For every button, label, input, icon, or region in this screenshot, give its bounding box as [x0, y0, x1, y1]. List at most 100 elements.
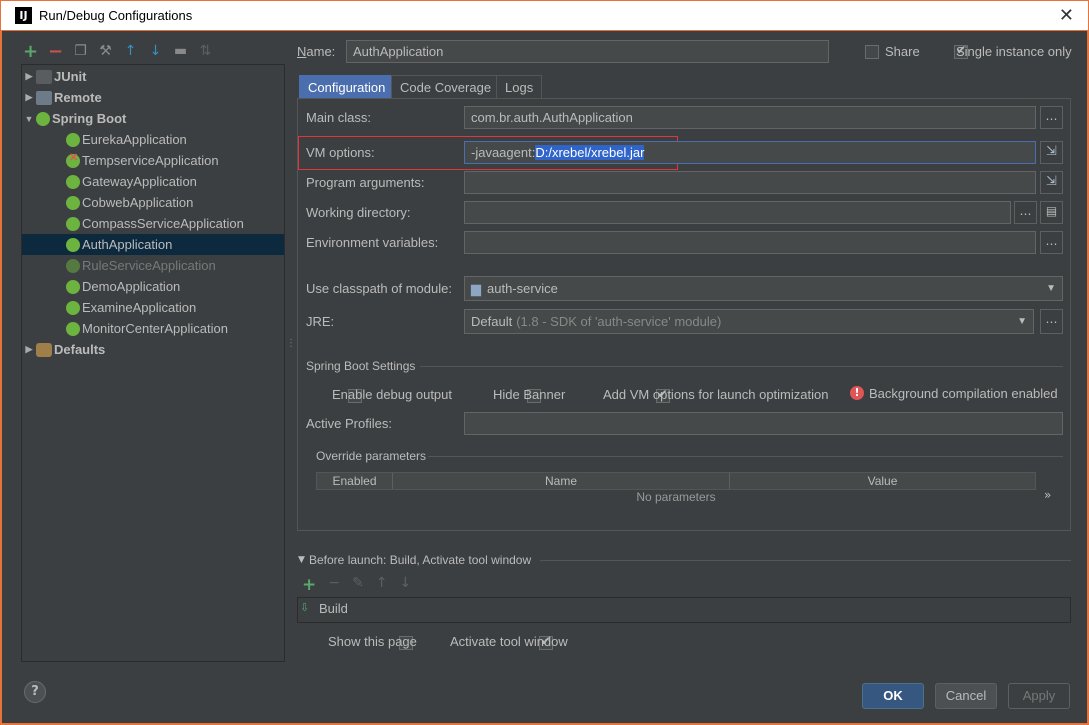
tree-item-tempservice[interactable]: ✕ TempserviceApplication — [22, 150, 284, 171]
main-class-label: Main class: — [306, 110, 372, 125]
tree-node-junit[interactable]: ▶ JUnit — [22, 66, 284, 87]
name-field[interactable]: AuthApplication — [346, 40, 829, 63]
spring-boot-icon — [36, 111, 50, 126]
spring-boot-icon — [66, 258, 80, 273]
minus-icon[interactable]: − — [47, 42, 64, 60]
tree-item-demo[interactable]: DemoApplication — [22, 276, 284, 297]
main-class-field[interactable]: com.br.auth.AuthApplication — [464, 106, 1036, 129]
minus-icon[interactable]: − — [328, 575, 340, 595]
show-page-label: Show this page — [328, 634, 417, 649]
expand-arrow-icon[interactable]: ▶ — [22, 344, 36, 355]
section-divider — [428, 456, 1063, 457]
tree-node-remote[interactable]: ▶ Remote — [22, 87, 284, 108]
window-title: Run/Debug Configurations — [39, 8, 193, 23]
vm-options-field[interactable]: -javaagent:D:/xrebel/xrebel.jar — [464, 141, 1036, 164]
defaults-icon — [36, 342, 52, 357]
up-arrow-icon[interactable]: ↑ — [376, 575, 388, 595]
environment-variables-label: Environment variables: — [306, 235, 439, 250]
tree-item-compass[interactable]: CompassServiceApplication — [22, 213, 284, 234]
tree-node-defaults[interactable]: ▶ Defaults — [22, 339, 284, 360]
expand-arrow-icon[interactable]: ▶ — [22, 92, 36, 103]
single-instance-label: Single instance only — [956, 44, 1072, 59]
working-directory-field[interactable] — [464, 201, 1011, 224]
active-profiles-label: Active Profiles: — [306, 416, 392, 431]
share-checkbox[interactable] — [865, 44, 879, 59]
sort-icon[interactable]: ⇅ — [197, 43, 214, 60]
tab-logs[interactable]: Logs — [496, 75, 543, 99]
help-icon[interactable]: ? — [24, 681, 46, 703]
spring-boot-icon — [66, 300, 80, 315]
column-name[interactable]: Name — [393, 473, 730, 489]
spring-boot-icon — [66, 195, 80, 210]
column-value[interactable]: Value — [730, 473, 1035, 489]
splitter-handle[interactable]: ⋮ — [286, 339, 296, 356]
copy-icon[interactable]: ❐ — [72, 43, 89, 60]
expand-vm-options-icon[interactable]: ⇲ — [1040, 141, 1063, 164]
build-item[interactable]: Build — [319, 601, 348, 616]
wrench-icon[interactable]: ⚒ — [97, 43, 114, 60]
collapse-arrow-icon[interactable]: ▼ — [298, 555, 305, 565]
folder-icon[interactable]: ▬ — [172, 43, 189, 60]
share-label: Share — [885, 44, 920, 59]
build-icon: ⇩ — [300, 601, 310, 614]
warning-icon: ! — [850, 386, 864, 400]
tree-item-ruleservice[interactable]: RuleServiceApplication — [22, 255, 284, 276]
spring-boot-error-icon: ✕ — [66, 152, 80, 168]
plus-icon[interactable]: + — [22, 42, 39, 60]
collapse-arrow-icon[interactable]: ▼ — [22, 114, 36, 124]
tree-item-gateway[interactable]: GatewayApplication — [22, 171, 284, 192]
before-launch-title: Before launch: Build, Activate tool wind… — [309, 553, 532, 567]
background-compilation-label: Background compilation enabled — [869, 386, 1058, 401]
section-divider — [420, 366, 1063, 367]
spring-boot-settings-title: Spring Boot Settings — [306, 359, 416, 373]
window-border-left — [0, 31, 2, 725]
browse-jre-button[interactable]: … — [1040, 309, 1063, 334]
active-profiles-field[interactable] — [464, 412, 1063, 435]
up-arrow-icon[interactable]: ↑ — [122, 43, 139, 60]
name-label: Name: — [297, 44, 336, 59]
empty-table-text: No parameters — [636, 490, 716, 504]
expand-program-arguments-icon[interactable]: ⇲ — [1040, 171, 1063, 194]
debug-output-label: Enable debug output — [332, 387, 452, 402]
classpath-label: Use classpath of module: — [306, 281, 452, 296]
tree-node-spring-boot[interactable]: ▼ Spring Boot — [22, 108, 284, 129]
override-table-header: Enabled Name Value — [316, 472, 1036, 490]
apply-button[interactable]: Apply — [1008, 683, 1070, 709]
intellij-icon: IJ — [15, 7, 32, 24]
close-icon[interactable]: ✕ — [1059, 5, 1074, 26]
chevron-down-icon: ▼ — [1046, 283, 1056, 294]
program-arguments-field[interactable] — [464, 171, 1036, 194]
spring-boot-icon — [66, 132, 80, 147]
pencil-icon[interactable]: ✎ — [352, 575, 364, 595]
spring-boot-icon — [66, 174, 80, 189]
override-parameters-title: Override parameters — [316, 449, 427, 463]
program-arguments-label: Program arguments: — [306, 175, 425, 190]
down-arrow-icon[interactable]: ↓ — [147, 43, 164, 60]
expand-arrow-icon[interactable]: ▶ — [22, 71, 36, 82]
ok-button[interactable]: OK — [862, 683, 924, 709]
more-icon[interactable]: » — [1044, 488, 1051, 502]
edit-environment-variables-button[interactable]: … — [1040, 231, 1063, 254]
browse-working-directory-button[interactable]: … — [1014, 201, 1037, 224]
down-arrow-icon[interactable]: ↓ — [399, 575, 411, 595]
tab-code-coverage[interactable]: Code Coverage — [391, 75, 501, 99]
cancel-button[interactable]: Cancel — [935, 683, 997, 709]
tree-item-monitorcenter[interactable]: MonitorCenterApplication — [22, 318, 284, 339]
tab-configuration[interactable]: Configuration — [299, 75, 395, 99]
tree-item-examine[interactable]: ExamineApplication — [22, 297, 284, 318]
tree-item-auth[interactable]: AuthApplication — [22, 234, 284, 255]
spring-boot-icon — [66, 279, 80, 294]
environment-variables-field[interactable] — [464, 231, 1036, 254]
tree-item-eureka[interactable]: EurekaApplication — [22, 129, 284, 150]
browse-main-class-button[interactable]: … — [1040, 106, 1063, 129]
column-enabled[interactable]: Enabled — [317, 473, 393, 489]
tree-item-cobweb[interactable]: CobwebApplication — [22, 192, 284, 213]
macros-icon[interactable]: ▤ — [1040, 201, 1063, 224]
section-divider — [540, 560, 1071, 561]
working-directory-label: Working directory: — [306, 205, 411, 220]
config-toolbar: + − ❐ ⚒ ↑ ↓ ▬ ⇅ — [22, 40, 214, 62]
jre-select[interactable]: Default (1.8 - SDK of 'auth-service' mod… — [464, 309, 1034, 334]
classpath-select[interactable]: ▆ auth-service ▼ — [464, 276, 1063, 301]
plus-icon[interactable]: + — [302, 575, 316, 595]
jre-label: JRE: — [306, 314, 335, 329]
